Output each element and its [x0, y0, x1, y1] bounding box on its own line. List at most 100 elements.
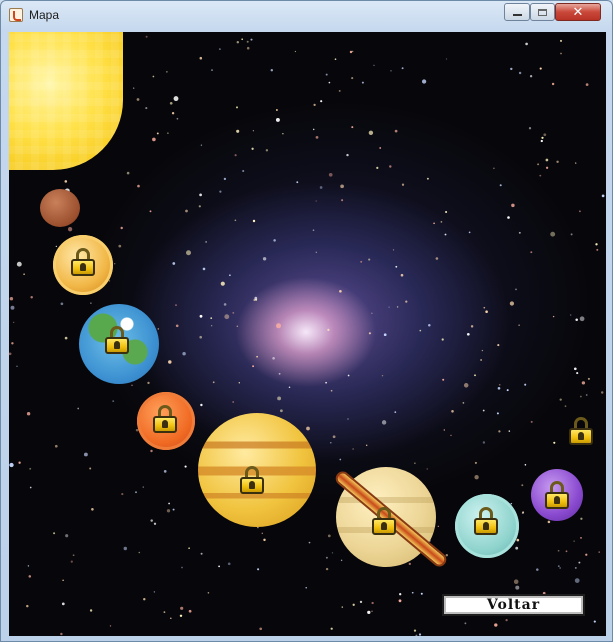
star — [263, 538, 266, 542]
star — [419, 329, 422, 332]
star — [574, 578, 580, 583]
star — [421, 79, 427, 84]
star — [234, 154, 237, 157]
star — [138, 551, 141, 554]
star — [270, 69, 273, 72]
star — [463, 383, 469, 388]
star — [163, 611, 166, 613]
star — [557, 565, 560, 567]
star — [10, 305, 15, 310]
star — [13, 321, 15, 324]
star — [396, 306, 399, 308]
star — [450, 434, 452, 437]
star — [11, 342, 14, 345]
star — [411, 591, 414, 594]
star — [325, 381, 327, 384]
star — [445, 58, 448, 60]
star — [462, 402, 465, 404]
pluto-lock-icon[interactable] — [569, 417, 593, 445]
star — [580, 517, 583, 520]
star — [91, 508, 94, 511]
star — [522, 511, 525, 514]
maximize-button[interactable] — [530, 3, 555, 21]
star — [315, 200, 317, 202]
star — [181, 566, 183, 569]
star — [83, 452, 88, 457]
lock-icon — [545, 481, 569, 509]
star — [29, 467, 32, 470]
star — [600, 391, 604, 394]
star — [234, 219, 237, 222]
close-button[interactable]: ✕ — [555, 3, 601, 21]
star — [376, 166, 379, 169]
star — [136, 98, 140, 101]
star — [251, 147, 254, 150]
java-app-icon — [9, 8, 23, 22]
star — [420, 592, 423, 595]
star — [126, 171, 130, 175]
voltar-button[interactable]: Voltar — [442, 594, 585, 616]
star — [54, 444, 58, 448]
star — [227, 562, 231, 566]
star — [64, 336, 68, 340]
star — [524, 383, 527, 386]
star — [188, 547, 190, 549]
star — [394, 129, 398, 133]
star — [347, 418, 349, 420]
star — [262, 257, 267, 261]
star — [525, 42, 528, 46]
star — [89, 467, 92, 470]
star — [133, 87, 135, 89]
star — [338, 89, 341, 92]
star — [524, 464, 527, 466]
star — [254, 296, 258, 300]
star — [175, 324, 179, 328]
star — [72, 554, 75, 557]
star — [481, 349, 484, 352]
star — [223, 303, 227, 306]
star — [547, 520, 551, 524]
star — [530, 251, 533, 254]
star — [238, 382, 240, 384]
lock-icon — [240, 466, 264, 494]
star — [540, 139, 543, 143]
star — [441, 338, 444, 341]
star — [172, 508, 175, 511]
star — [275, 117, 280, 122]
title-bar[interactable]: Mapa ✕ — [1, 1, 612, 31]
star — [530, 420, 533, 423]
star — [340, 184, 344, 189]
star — [276, 323, 281, 329]
star — [325, 556, 328, 559]
star — [445, 210, 448, 214]
star — [339, 458, 342, 461]
star — [174, 304, 178, 307]
star — [360, 260, 363, 263]
star — [64, 180, 68, 183]
minimize-button[interactable] — [504, 3, 530, 21]
star — [153, 591, 156, 593]
star — [507, 216, 510, 219]
star — [381, 374, 384, 377]
star — [579, 316, 585, 322]
star — [570, 314, 572, 316]
star — [242, 169, 245, 173]
star — [443, 429, 445, 431]
star — [371, 312, 373, 314]
star — [325, 567, 329, 571]
star — [559, 567, 561, 569]
star — [145, 107, 148, 110]
star — [494, 623, 498, 627]
star — [352, 448, 354, 450]
star — [328, 81, 331, 84]
star — [352, 603, 355, 606]
star — [521, 484, 524, 487]
star — [152, 137, 156, 142]
window-title: Mapa — [29, 8, 60, 22]
planet-mercury[interactable] — [40, 189, 80, 227]
star — [256, 355, 258, 358]
star — [261, 532, 264, 535]
star — [199, 193, 202, 197]
star — [163, 470, 167, 473]
star — [131, 384, 133, 387]
